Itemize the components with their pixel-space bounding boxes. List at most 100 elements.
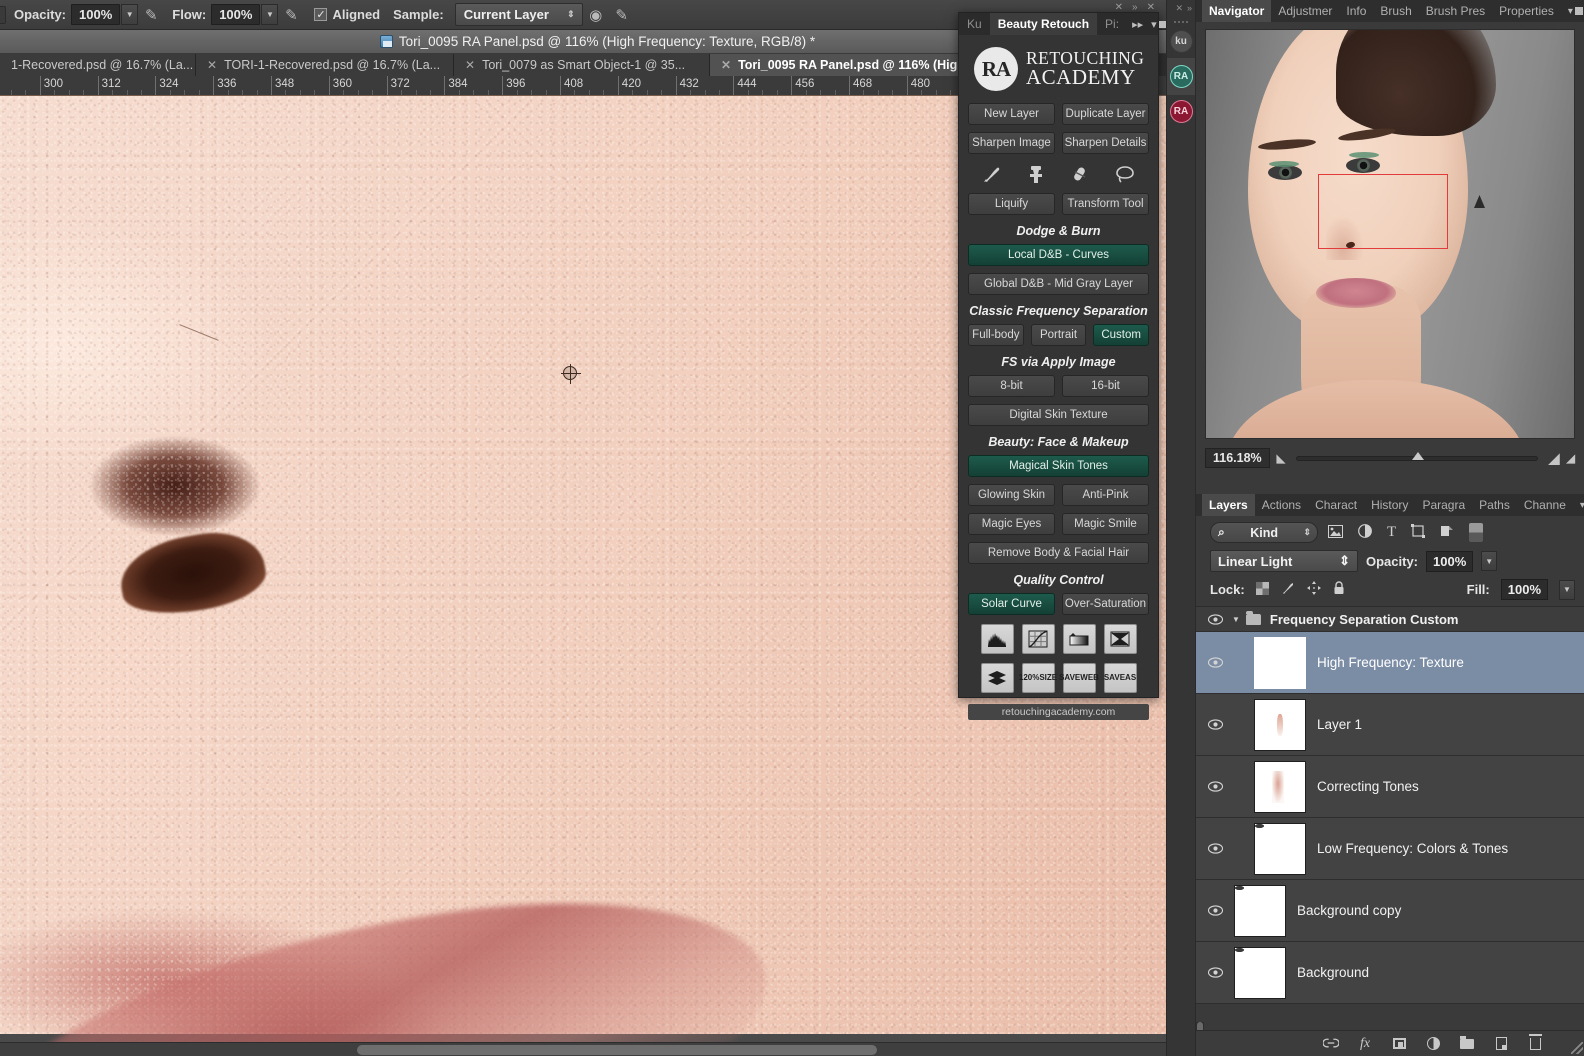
flatten-layers-icon[interactable] xyxy=(980,663,1014,693)
tablet-pressure-opacity-icon[interactable]: ✎ xyxy=(138,6,164,24)
close-icon-2[interactable]: ✕ xyxy=(1147,2,1155,13)
save-for-web-icon[interactable]: SAVE WEB xyxy=(1059,663,1099,693)
sample-select[interactable]: Current Layer ⇕ xyxy=(454,3,583,26)
eye-icon[interactable] xyxy=(1202,657,1228,668)
rail-drag-grip[interactable] xyxy=(1173,20,1189,25)
layer-row[interactable]: Layer 1 xyxy=(1196,694,1584,756)
brush-tool-icon[interactable] xyxy=(979,162,1005,186)
eye-icon[interactable] xyxy=(1202,843,1228,854)
pixel-layer-filter-icon[interactable] xyxy=(1328,524,1343,541)
chevron-down-icon[interactable]: ▼ xyxy=(1232,615,1240,624)
navigator-resize-grip[interactable]: ◢ xyxy=(1567,452,1575,465)
resize-120-icon[interactable]: 120% SIZE xyxy=(1019,663,1057,693)
close-icon[interactable]: ✕ xyxy=(1115,2,1123,13)
close-icon[interactable]: ✕ xyxy=(1175,3,1183,14)
full-body-button[interactable]: Full-body xyxy=(968,324,1024,346)
close-tab-icon[interactable]: ✕ xyxy=(207,58,217,72)
portrait-button[interactable]: Portrait xyxy=(1030,324,1087,346)
zoom-slider-knob[interactable] xyxy=(1412,451,1425,460)
anti-pink-button[interactable]: Anti-Pink xyxy=(1062,484,1149,506)
liquify-button[interactable]: Liquify xyxy=(968,193,1055,215)
curves-icon[interactable] xyxy=(1021,624,1055,654)
retouching-academy-red-icon[interactable]: RA xyxy=(1169,100,1193,123)
add-layer-mask-icon[interactable] xyxy=(1391,1036,1407,1052)
layer-thumbnail[interactable] xyxy=(1254,698,1306,751)
layer-opacity-input[interactable]: 100% xyxy=(1426,550,1474,572)
flow-dropdown-arrow[interactable]: ▼ xyxy=(261,4,279,25)
tab-adjustments[interactable]: Adjustmer xyxy=(1271,0,1339,22)
lock-transparent-pixels-icon[interactable] xyxy=(1255,581,1269,598)
eye-icon[interactable] xyxy=(1202,905,1228,916)
clone-stamp-tool-icon[interactable] xyxy=(1023,162,1049,186)
lasso-tool-icon[interactable] xyxy=(1112,162,1138,186)
local-d-b-curves-button[interactable]: Local D&B - Curves xyxy=(968,244,1149,266)
digital-skin-texture-button[interactable]: Digital Skin Texture xyxy=(968,404,1149,426)
tab-character[interactable]: Charact xyxy=(1308,494,1364,516)
magic-eyes-button[interactable]: Magic Eyes xyxy=(968,513,1055,535)
close-tab-icon[interactable]: ✕ xyxy=(721,58,731,72)
lock-image-pixels-icon[interactable] xyxy=(1281,581,1295,598)
tab-pixel[interactable]: Pi: xyxy=(1097,13,1127,35)
layer-thumbnail[interactable] xyxy=(1254,760,1306,813)
zoom-in-icon[interactable]: ◢ xyxy=(1549,450,1560,467)
lock-all-icon[interactable] xyxy=(1333,581,1345,598)
eye-icon[interactable] xyxy=(1202,781,1228,792)
close-tab-icon[interactable]: ✕ xyxy=(465,58,475,72)
glowing-skin-button[interactable]: Glowing Skin xyxy=(968,484,1055,506)
tab-channels[interactable]: Channe xyxy=(1517,494,1573,516)
over-saturation-button[interactable]: Over-Saturation xyxy=(1062,593,1149,615)
tab-actions[interactable]: Actions xyxy=(1255,494,1308,516)
document-tab[interactable]: ✕ Tori_0079 as Smart Object-1 @ 35... xyxy=(454,54,710,76)
new-group-icon[interactable] xyxy=(1459,1035,1475,1052)
filter-kind-select[interactable]: ⌕ Kind ⇕ xyxy=(1210,522,1318,543)
transform-tool-button[interactable]: Transform Tool xyxy=(1062,193,1149,215)
tab-paths[interactable]: Paths xyxy=(1472,494,1517,516)
double-chevron-icon[interactable]: » xyxy=(1187,3,1192,14)
opacity-dropdown-arrow[interactable]: ▼ xyxy=(121,4,139,25)
opacity-input[interactable]: 100% xyxy=(71,4,121,25)
delete-layer-icon[interactable] xyxy=(1527,1033,1543,1052)
layer-row[interactable]: Background xyxy=(1196,942,1584,1004)
healing-brush-tool-icon[interactable] xyxy=(1068,162,1094,186)
contrast-check-icon[interactable] xyxy=(1103,624,1137,654)
clone-source-panel-icon[interactable]: ✎ xyxy=(609,6,635,24)
layer-row[interactable]: High Frequency: Texture xyxy=(1196,632,1584,694)
eye-icon[interactable] xyxy=(1202,613,1228,625)
tab-kuler[interactable]: Ku xyxy=(959,13,990,35)
layer-fill-dropdown-arrow[interactable]: ▼ xyxy=(1559,579,1575,600)
new-layer-button[interactable]: New Layer xyxy=(968,103,1055,125)
canvas-horizontal-scrollbar[interactable] xyxy=(0,1042,1181,1056)
expand-icon[interactable]: » xyxy=(1132,2,1138,13)
save-as-icon[interactable]: SAVE AS xyxy=(1103,663,1137,693)
panel-resize-grip[interactable] xyxy=(1571,1042,1583,1054)
zoom-level-input[interactable]: 116.18% xyxy=(1205,448,1270,468)
airbrush-icon[interactable]: ✎ xyxy=(278,6,304,24)
shape-layer-filter-icon[interactable] xyxy=(1411,524,1426,541)
layer-thumbnail[interactable] xyxy=(1234,946,1286,999)
sharpen-details-button[interactable]: Sharpen Details xyxy=(1062,132,1149,154)
aligned-checkbox[interactable]: ✓ xyxy=(314,8,328,21)
eye-icon[interactable] xyxy=(1202,719,1228,730)
smart-object-filter-icon[interactable] xyxy=(1440,524,1454,541)
filter-enable-toggle[interactable] xyxy=(1469,523,1484,542)
document-tab[interactable]: ✕ TORI-1-Recovered.psd @ 16.7% (La... xyxy=(196,54,454,76)
custom-button[interactable]: Custom xyxy=(1093,324,1150,346)
adjustment-layer-filter-icon[interactable] xyxy=(1358,524,1372,541)
layer-row[interactable]: Correcting Tones xyxy=(1196,756,1584,818)
navigator-panel-menu-icon[interactable]: ▾ xyxy=(1561,0,1584,22)
eye-icon[interactable] xyxy=(1202,967,1228,978)
flow-input[interactable]: 100% xyxy=(211,4,261,25)
magic-smile-button[interactable]: Magic Smile xyxy=(1062,513,1149,535)
navigator-preview[interactable] xyxy=(1205,29,1575,439)
layer-opacity-dropdown-arrow[interactable]: ▼ xyxy=(1481,551,1498,571)
tab-beauty-retouch[interactable]: Beauty Retouch xyxy=(989,13,1098,35)
link-layers-icon[interactable] xyxy=(1323,1036,1339,1052)
document-tab[interactable]: 1-Recovered.psd @ 16.7% (La... xyxy=(0,54,196,76)
new-adjustment-layer-icon[interactable] xyxy=(1425,1036,1441,1052)
tab-brush-presets[interactable]: Brush Pres xyxy=(1419,0,1492,22)
tab-info[interactable]: Info xyxy=(1339,0,1373,22)
canvas-horizontal-scrollbar-thumb[interactable] xyxy=(357,1045,877,1055)
panel-website-footer[interactable]: retouchingacademy.com xyxy=(968,704,1149,720)
zoom-slider[interactable] xyxy=(1296,451,1538,461)
tab-layers[interactable]: Layers xyxy=(1202,494,1255,516)
